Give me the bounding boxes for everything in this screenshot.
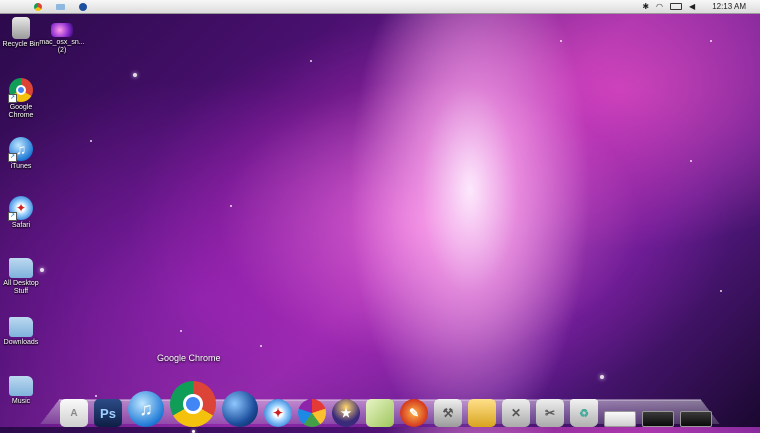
folder-icon xyxy=(9,376,33,396)
dock-glyph: ♫ xyxy=(139,398,153,419)
dock-glyph: ✎ xyxy=(408,406,420,420)
tools-icon[interactable]: ✕ xyxy=(502,399,530,427)
safari-icon: ✦ ↗ xyxy=(8,196,33,221)
desktop-icon-itunes[interactable]: ♫ ↗ iTunes xyxy=(0,137,45,171)
folder-icon[interactable] xyxy=(56,3,65,10)
device-icon[interactable] xyxy=(680,411,712,427)
photoshop-icon[interactable]: Ps xyxy=(94,399,122,427)
chrome-icon[interactable] xyxy=(34,2,42,11)
folder-icon xyxy=(9,258,33,278)
shortcut-arrow-icon: ↗ xyxy=(8,94,17,103)
dock-glyph: Ps xyxy=(100,405,116,421)
star xyxy=(90,140,92,142)
picasa-icon[interactable] xyxy=(298,399,326,427)
dock-glyph: ✦ xyxy=(272,406,284,420)
star xyxy=(310,60,312,62)
star xyxy=(690,160,692,162)
star xyxy=(180,330,182,332)
itunes-icon[interactable]: ♫ xyxy=(128,391,164,427)
text-document-icon[interactable]: A xyxy=(60,399,88,427)
dock-glyph: ♻ xyxy=(579,407,589,420)
desktop-icon-label: mac_osx_sn... (2) xyxy=(39,39,85,54)
volume-icon[interactable]: ◀ xyxy=(689,2,695,11)
desktop-icon-downloads[interactable]: Downloads xyxy=(0,314,45,347)
desktop-icon-label: All Desktop Stuff xyxy=(3,280,39,295)
desktop-icon-label: Safari xyxy=(11,222,31,229)
dock-glyph: ✕ xyxy=(510,406,522,420)
star xyxy=(230,205,232,207)
device-icon[interactable] xyxy=(604,411,636,427)
star xyxy=(720,290,722,292)
chrome-icon[interactable] xyxy=(170,381,216,433)
star xyxy=(260,345,262,347)
shortcut-arrow-icon: ↗ xyxy=(8,212,17,221)
bluetooth-icon[interactable]: ✱ xyxy=(642,2,649,11)
star xyxy=(710,40,712,42)
wizard-icon[interactable]: ★ xyxy=(332,399,360,427)
paint-brush-icon[interactable]: ✎ xyxy=(400,399,428,427)
menu-bar: ✱ ◠ ◀ 12:13 AM xyxy=(0,0,760,14)
clock[interactable]: 12:13 AM xyxy=(712,2,746,11)
tools-icon[interactable]: ✂ xyxy=(536,399,564,427)
dock-glyph: ✂ xyxy=(544,406,556,420)
device-icon[interactable] xyxy=(642,411,674,427)
star xyxy=(133,73,137,77)
desktop-icon-google-chrome[interactable]: ↗ Google Chrome xyxy=(0,78,45,120)
desktop-icon-safari[interactable]: ✦ ↗ Safari xyxy=(0,196,45,230)
desktop-icon-all-desktop-stuff[interactable]: All Desktop Stuff xyxy=(0,255,45,296)
safari-icon[interactable]: ✦ xyxy=(264,399,292,427)
itunes-icon: ♫ ↗ xyxy=(8,137,33,162)
recycle-bin-icon xyxy=(12,17,30,39)
image-file-icon xyxy=(51,23,73,37)
desktop-icon-mac-osx-screenshot[interactable]: mac_osx_sn... (2) xyxy=(38,17,86,55)
dock-glyph: ★ xyxy=(340,406,352,420)
star xyxy=(560,40,562,42)
battery-icon[interactable] xyxy=(670,3,683,10)
apple-icon[interactable] xyxy=(10,2,20,11)
shortcut-arrow-icon: ↗ xyxy=(8,153,17,162)
chrome-icon: ↗ xyxy=(8,78,33,103)
desktop-icon-label: Google Chrome xyxy=(8,104,34,119)
globe-icon[interactable] xyxy=(79,2,87,11)
dock-glyph: A xyxy=(70,407,78,419)
desktop-icon-label: iTunes xyxy=(10,163,32,170)
dock: A Ps ♫ ✦ ★ ✎ ⚒ ✕ ✂ ♻ xyxy=(60,370,712,433)
status-area: ✱ ◠ ◀ 12:13 AM xyxy=(642,2,746,11)
folder-icon[interactable] xyxy=(468,399,496,427)
desktop-icon-label: Music xyxy=(11,398,31,405)
folder-icon xyxy=(9,317,33,337)
wifi-icon[interactable]: ◠ xyxy=(656,2,663,11)
paper-icon[interactable] xyxy=(366,399,394,427)
dock-tooltip: Google Chrome xyxy=(157,353,221,363)
dock-glyph: ⚒ xyxy=(442,406,454,420)
recycle-bin-icon[interactable]: ♻ xyxy=(570,399,598,427)
desktop-icon-label: Downloads xyxy=(3,339,39,346)
utilities-icon[interactable]: ⚒ xyxy=(434,399,462,427)
globe-icon[interactable] xyxy=(222,391,258,427)
desktop-icon-music[interactable]: Music xyxy=(0,373,45,406)
